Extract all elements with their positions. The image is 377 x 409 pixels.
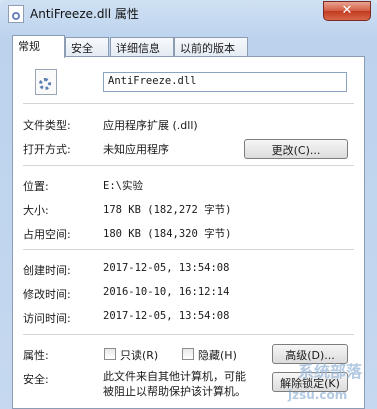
tab-general[interactable]: 常规 xyxy=(12,35,65,58)
created-value: 2017-12-05, 13:54:08 xyxy=(103,262,230,274)
dll-file-icon xyxy=(8,5,24,23)
size-on-disk-value: 180 KB (184,320 字节) xyxy=(103,228,232,240)
tab-previous-versions[interactable]: 以前的版本 xyxy=(174,37,248,56)
divider xyxy=(23,165,354,166)
size-on-disk-label: 占用空间: xyxy=(23,228,71,241)
tab-details[interactable]: 详细信息 xyxy=(110,37,174,56)
location-label: 位置: xyxy=(23,180,49,193)
filename-field[interactable]: AntiFreeze.dll xyxy=(103,72,347,92)
readonly-checkbox[interactable] xyxy=(104,348,116,360)
properties-window: AntiFreeze.dll 属性 ✕ 常规 安全 详细信息 以前的版本 Ant… xyxy=(0,0,377,409)
divider xyxy=(23,103,354,104)
size-label: 大小: xyxy=(23,204,49,217)
divider xyxy=(23,249,354,250)
gear-icon xyxy=(39,78,51,90)
modified-label: 修改时间: xyxy=(23,288,71,301)
close-icon: ✕ xyxy=(341,3,353,18)
hidden-label[interactable]: 隐藏(H) xyxy=(198,347,237,363)
security-text-line2: 被阻止以帮助保护该计算机。 xyxy=(103,385,246,398)
readonly-label[interactable]: 只读(R) xyxy=(120,347,158,363)
opens-with-label: 打开方式: xyxy=(23,143,71,156)
divider xyxy=(23,334,354,335)
size-value: 178 KB (182,272 字节) xyxy=(103,204,232,216)
accessed-value: 2017-12-05, 13:54:08 xyxy=(103,310,230,322)
location-value: E:\实验 xyxy=(103,180,143,192)
watermark-title: 系统部落 xyxy=(298,362,363,381)
security-label: 安全: xyxy=(23,373,49,386)
accessed-label: 访问时间: xyxy=(23,312,71,325)
created-label: 创建时间: xyxy=(23,264,71,277)
dll-file-icon xyxy=(35,69,57,95)
file-type-value: 应用程序扩展 (.dll) xyxy=(103,119,198,132)
hidden-checkbox[interactable] xyxy=(182,348,194,360)
close-button[interactable]: ✕ xyxy=(323,1,371,21)
watermark-url: jzsu.com xyxy=(288,388,348,402)
attributes-label: 属性: xyxy=(23,349,49,362)
change-button[interactable]: 更改(C)... xyxy=(244,139,348,159)
opens-with-value: 未知应用程序 xyxy=(103,143,169,156)
tab-security[interactable]: 安全 xyxy=(65,37,109,56)
security-text-line1: 此文件来自其他计算机，可能 xyxy=(103,370,246,383)
file-type-label: 文件类型: xyxy=(23,119,71,132)
title-bar[interactable]: AntiFreeze.dll 属性 ✕ xyxy=(0,0,377,28)
general-panel: AntiFreeze.dll 文件类型: 应用程序扩展 (.dll) 打开方式:… xyxy=(12,56,365,409)
window-title: AntiFreeze.dll 属性 xyxy=(30,7,139,21)
modified-value: 2016-10-10, 16:12:14 xyxy=(103,286,230,298)
